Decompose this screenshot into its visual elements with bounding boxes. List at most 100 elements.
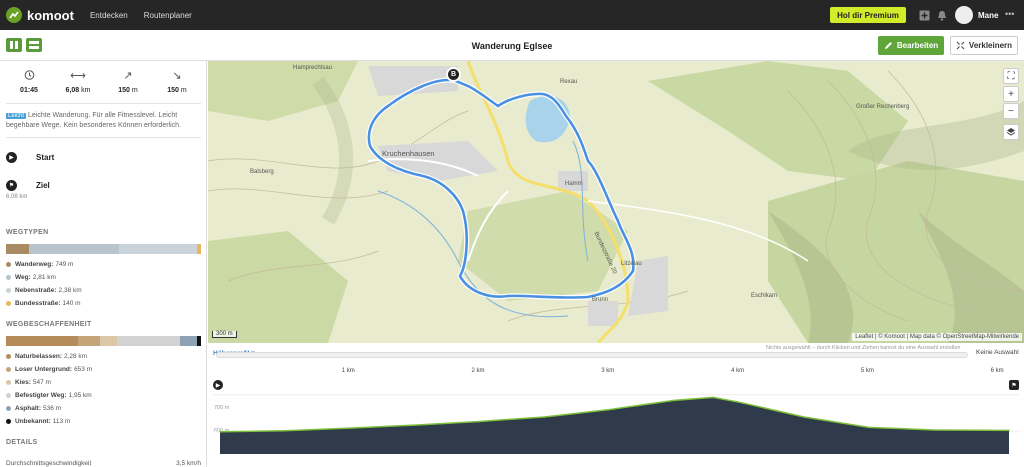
divider	[6, 103, 201, 104]
difficulty-badge: Leicht	[6, 113, 27, 119]
stat-duration: 01:45	[9, 69, 49, 94]
elevation-point	[932, 429, 935, 431]
bell-icon[interactable]	[936, 9, 948, 21]
waypoint-end[interactable]: ⚑ Ziel	[6, 180, 50, 191]
premium-button[interactable]: Hol dir Premium	[830, 7, 906, 23]
legend-value: 547 m	[32, 379, 51, 386]
komoot-logo-icon	[6, 7, 22, 23]
profile-scrollbar[interactable]	[216, 352, 968, 358]
distance-icon: ⟷	[70, 70, 86, 82]
surfaces-bar	[6, 336, 201, 346]
downhill-icon: ↘	[172, 70, 182, 82]
edit-button[interactable]: Bearbeiten	[878, 36, 944, 55]
avatar[interactable]	[955, 6, 973, 24]
legend-name: Kies:	[15, 379, 31, 386]
legend-dot	[6, 393, 11, 398]
surface-legend-item[interactable]: Naturbelassen: 2,28 km	[6, 353, 87, 360]
way-type-legend-item[interactable]: Bundesstraße: 140 m	[6, 300, 81, 307]
surface-legend-item[interactable]: Loser Untergrund: 653 m	[6, 366, 92, 373]
legend-name: Nebenstraße:	[15, 287, 57, 294]
surface-legend-item[interactable]: Kies: 547 m	[6, 379, 51, 386]
divider	[6, 137, 201, 138]
stat-distance: ⟷ 6,08 km	[58, 69, 98, 94]
map-place-label: Rexau	[560, 79, 578, 85]
way-type-bar-segment	[29, 244, 120, 254]
nav-link-entdecken[interactable]: Entdecken	[90, 11, 128, 20]
elevation-point	[803, 416, 805, 418]
fullscreen-icon[interactable]: ⛶	[1003, 68, 1019, 84]
legend-value: 113 m	[52, 418, 71, 425]
selection-hint: Nichts ausgewählt – durch Klicken und Zi…	[766, 345, 961, 351]
stat-distance-unit: km	[79, 87, 91, 94]
elevation-point	[712, 396, 714, 399]
surface-legend-item[interactable]: Befestigter Weg: 1,95 km	[6, 392, 92, 399]
legend-value: 2,28 km	[63, 353, 88, 360]
no-selection-label[interactable]: Keine Auswahl	[976, 349, 1019, 356]
stat-downhill-unit: m	[178, 87, 187, 94]
legend-dot	[6, 288, 11, 293]
add-icon[interactable]	[918, 9, 930, 21]
legend-value: 1,95 km	[68, 392, 92, 399]
flag-icon: ⚑	[6, 180, 17, 191]
elevation-point	[284, 429, 286, 432]
legend-value: 749 m	[55, 261, 74, 268]
waypoint-end-distance: 6,08 km	[6, 194, 28, 200]
uphill-icon: ↗	[123, 70, 133, 82]
elevation-point	[478, 420, 481, 423]
detail-average-speed: Durchschnittsgeschwindigkeit 3,5 km/h	[6, 460, 201, 467]
elevation-profile[interactable]: 1 km 2 km 3 km 4 km 5 km 6 km 700 m 600 m ▶ ⚑	[208, 360, 1024, 467]
page-title: Wanderung Eglsee	[471, 41, 553, 51]
nav-link-routenplaner[interactable]: Routenplaner	[144, 11, 192, 20]
elevation-chart[interactable]	[208, 360, 1024, 467]
waypoint-end-label: Ziel	[36, 181, 50, 190]
detail-name: Durchschnittsgeschwindigkeit	[6, 460, 92, 467]
map-place-label: Hamprechtsau	[293, 65, 333, 71]
surface-bar-segment	[197, 336, 201, 346]
way-type-legend-item[interactable]: Nebenstraße: 2,38 km	[6, 287, 82, 294]
legend-dot	[6, 301, 11, 306]
legend-dot	[6, 367, 11, 372]
komoot-logo[interactable]: komoot	[6, 7, 74, 23]
more-menu-icon[interactable]: •••	[1005, 9, 1014, 19]
map-place-label: Kruchenhausen	[382, 149, 435, 158]
map[interactable]: B Hamprechtsau Rexau Kruchenhausen Balsberg…	[208, 61, 1024, 343]
user-name[interactable]: Mane	[978, 11, 998, 20]
legend-name: Asphalt:	[15, 405, 41, 412]
surface-legend-item[interactable]: Unbekannt: 113 m	[6, 418, 70, 425]
legend-value: 2,38 km	[58, 287, 82, 294]
stat-distance-value: 6,08	[65, 87, 80, 94]
tour-toolbar: Wanderung Eglsee Bearbeiten Verkleinern	[0, 30, 1024, 61]
elevation-point	[738, 401, 740, 403]
shrink-icon	[956, 41, 965, 50]
waypoint-start[interactable]: ▶ Start	[6, 152, 54, 163]
shrink-button[interactable]: Verkleinern	[950, 36, 1018, 55]
start-marker[interactable]: B	[446, 67, 461, 82]
stat-uphill-value: 150	[118, 87, 130, 94]
legend-dot	[6, 406, 11, 411]
elevation-point	[413, 424, 416, 426]
legend-dot	[6, 354, 11, 359]
stat-duration-value: 01:45	[20, 87, 38, 94]
elevation-point	[673, 399, 675, 402]
map-scale: 300 m	[212, 331, 237, 338]
elevation-point	[348, 427, 351, 429]
map-attribution[interactable]: Leaflet | © Komoot | Map data © OpenStre…	[852, 333, 1022, 341]
zoom-in-button[interactable]: +	[1003, 86, 1019, 102]
stat-downhill: ↘ 150 m	[157, 69, 197, 94]
map-place-label: Eschlkam	[751, 293, 778, 299]
play-icon: ▶	[6, 152, 17, 163]
way-type-legend-item[interactable]: Weg: 2,81 km	[6, 274, 56, 281]
way-type-legend-item[interactable]: Wanderweg: 749 m	[6, 261, 73, 268]
layers-icon[interactable]	[1003, 124, 1019, 140]
stat-uphill: ↗ 150 m	[108, 69, 148, 94]
map-place-label: Balsberg	[250, 169, 274, 175]
surface-bar-segment	[179, 336, 198, 346]
legend-name: Befestigter Weg:	[15, 392, 67, 399]
clock-icon	[9, 69, 49, 83]
stat-uphill-unit: m	[129, 87, 138, 94]
legend-name: Bundesstraße:	[15, 300, 61, 307]
difficulty-text: Leichte Wanderung. Für alle Fitnesslevel…	[6, 112, 181, 129]
elevation-point	[868, 426, 870, 429]
surface-legend-item[interactable]: Asphalt: 536 m	[6, 405, 61, 412]
zoom-out-button[interactable]: −	[1003, 103, 1019, 119]
